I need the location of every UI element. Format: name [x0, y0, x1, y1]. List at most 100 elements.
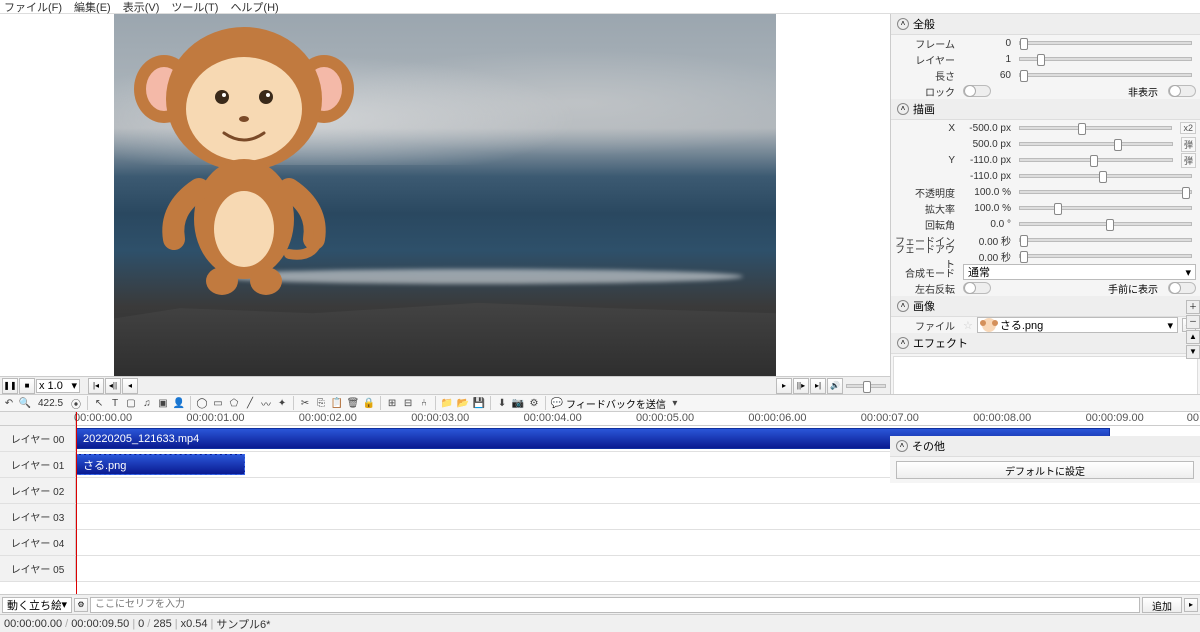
cursor-icon[interactable]: ↖	[92, 396, 106, 410]
undo-icon[interactable]: ↶	[2, 396, 16, 410]
feedback-icon[interactable]: 💬	[550, 396, 564, 410]
moveup-effect-button[interactable]: ▲	[1186, 330, 1200, 344]
copy-icon[interactable]: ⎘	[314, 396, 328, 410]
y2-value: -110.0 px	[963, 171, 1011, 182]
split-icon[interactable]: ⑃	[417, 396, 431, 410]
cut-icon[interactable]: ✂	[298, 396, 312, 410]
file-select[interactable]: さる.png▾	[977, 317, 1178, 333]
zoom-label: 拡大率	[895, 201, 959, 216]
video-icon[interactable]: ▣	[156, 396, 170, 410]
char-settings-button[interactable]: ⚙	[74, 598, 88, 612]
settings-icon[interactable]: ⚙	[527, 396, 541, 410]
section-image[interactable]: ˄画像	[891, 296, 1200, 317]
zoom-reset-icon[interactable]: ⦿	[69, 396, 83, 410]
volume-slider[interactable]	[846, 384, 886, 388]
pause-button[interactable]: ❚❚	[2, 378, 18, 394]
character-select[interactable]: 動く立ち絵_魔理沙▾	[2, 597, 72, 613]
x-link-tag[interactable]: x2	[1180, 122, 1196, 134]
section-draw[interactable]: ˄描画	[891, 99, 1200, 120]
zoom-slider[interactable]	[1019, 206, 1192, 210]
file-label: ファイル	[895, 318, 959, 333]
y-link-tag[interactable]: 弾	[1181, 153, 1196, 168]
snapshot-icon[interactable]: 📷	[511, 396, 525, 410]
opacity-slider[interactable]	[1019, 190, 1192, 194]
stop-button[interactable]: ■	[19, 378, 35, 394]
x2-slider[interactable]	[1019, 142, 1173, 146]
group-icon[interactable]: ⊞	[385, 396, 399, 410]
flip-toggle[interactable]	[963, 282, 991, 294]
volume-icon[interactable]: 🔊	[827, 378, 843, 394]
save-icon[interactable]: 💾	[472, 396, 486, 410]
length-slider[interactable]	[1019, 73, 1192, 77]
tachie-icon[interactable]: 👤	[172, 396, 186, 410]
rect-icon[interactable]: ▭	[211, 396, 225, 410]
hide-label: 非表示	[1128, 84, 1158, 99]
hide-toggle[interactable]	[1168, 85, 1196, 97]
line-icon[interactable]: ╱	[243, 396, 257, 410]
front-toggle[interactable]	[1168, 282, 1196, 294]
x2-link-tag[interactable]: 弾	[1181, 137, 1196, 152]
prev-frame-button[interactable]: ◂||	[105, 378, 121, 394]
preview-area[interactable]	[0, 14, 890, 376]
layer-head-5[interactable]: レイヤー 05	[0, 556, 76, 581]
menu-tool[interactable]: ツール(T)	[171, 0, 218, 15]
export-icon[interactable]: ⬇	[495, 396, 509, 410]
layer-head-1[interactable]: レイヤー 01	[0, 452, 76, 477]
ungroup-icon[interactable]: ⊟	[401, 396, 415, 410]
timeline-toolbar: ↶ 🔍 422.5 ⦿ ↖ T ▢ ♫ ▣ 👤 ◯ ▭ ⬠ ╱ 〰 ✦ ✂ ⎘ …	[0, 394, 1200, 412]
remove-effect-button[interactable]: －	[1186, 315, 1200, 329]
paste-icon[interactable]: 📋	[330, 396, 344, 410]
next-frame-button[interactable]: ||▸	[793, 378, 809, 394]
layer-head-4[interactable]: レイヤー 04	[0, 530, 76, 555]
feedback-label[interactable]: フィードバックを送信	[566, 396, 666, 411]
section-other[interactable]: ˄その他	[890, 436, 1200, 457]
layer-head-3[interactable]: レイヤー 03	[0, 504, 76, 529]
prev-button[interactable]: ◂	[122, 378, 138, 394]
rotate-slider[interactable]	[1019, 222, 1192, 226]
layer-head-2[interactable]: レイヤー 02	[0, 478, 76, 503]
folder-icon[interactable]: 📁	[440, 396, 454, 410]
default-button[interactable]: デフォルトに設定	[896, 461, 1194, 479]
folder-open-icon[interactable]: 📂	[456, 396, 470, 410]
layer-head-0[interactable]: レイヤー 00	[0, 426, 76, 451]
menu-file[interactable]: ファイル(F)	[4, 0, 62, 15]
mode-select[interactable]: 通常▾	[963, 264, 1196, 280]
text-icon[interactable]: T	[108, 396, 122, 410]
movedown-effect-button[interactable]: ▼	[1186, 345, 1200, 359]
poly-icon[interactable]: ⬠	[227, 396, 241, 410]
lock-icon[interactable]: 🔒	[362, 396, 376, 410]
menu-edit[interactable]: 編集(E)	[74, 0, 111, 15]
statusbar: 00:00:00.00 / 00:00:09.50 | 0 / 285 | x0…	[0, 614, 1200, 632]
add-button[interactable]: 追加	[1142, 597, 1182, 613]
fadeout-slider[interactable]	[1019, 254, 1192, 258]
dialogue-input[interactable]	[90, 597, 1140, 613]
next-button[interactable]: ▸	[776, 378, 792, 394]
add-more-button[interactable]: ▸	[1184, 598, 1198, 612]
fadein-slider[interactable]	[1019, 238, 1192, 242]
x1-slider[interactable]	[1019, 126, 1172, 130]
clip-image[interactable]: さる.png	[76, 454, 245, 475]
layer-slider[interactable]	[1019, 57, 1192, 61]
time-ruler[interactable]: 00:00:00.00 00:00:01.00 00:00:02.00 00:0…	[76, 412, 1200, 425]
opacity-value: 100.0 %	[963, 187, 1011, 198]
shape-icon[interactable]: ◯	[195, 396, 209, 410]
star-icon[interactable]: ✦	[275, 396, 289, 410]
section-effect[interactable]: ˄エフェクト	[891, 333, 1200, 354]
lock-toggle[interactable]	[963, 85, 991, 97]
menu-view[interactable]: 表示(V)	[123, 0, 160, 15]
menu-help[interactable]: ヘルプ(H)	[230, 0, 278, 15]
section-general[interactable]: ˄全般	[891, 14, 1200, 35]
goto-end-button[interactable]: ▸|	[810, 378, 826, 394]
rotate-label: 回転角	[895, 217, 959, 232]
image-icon[interactable]: ▢	[124, 396, 138, 410]
effect-list[interactable]	[893, 356, 1198, 394]
frame-slider[interactable]	[1019, 41, 1192, 45]
y2-slider[interactable]	[1019, 174, 1192, 178]
delete-icon[interactable]: 🗑	[346, 396, 360, 410]
goto-start-button[interactable]: |◂	[88, 378, 104, 394]
y1-slider[interactable]	[1019, 158, 1173, 162]
curve-icon[interactable]: 〰	[259, 396, 273, 410]
speed-select[interactable]: x 1.0▾	[36, 379, 80, 393]
audio-icon[interactable]: ♫	[140, 396, 154, 410]
add-effect-button[interactable]: ＋	[1186, 300, 1200, 314]
